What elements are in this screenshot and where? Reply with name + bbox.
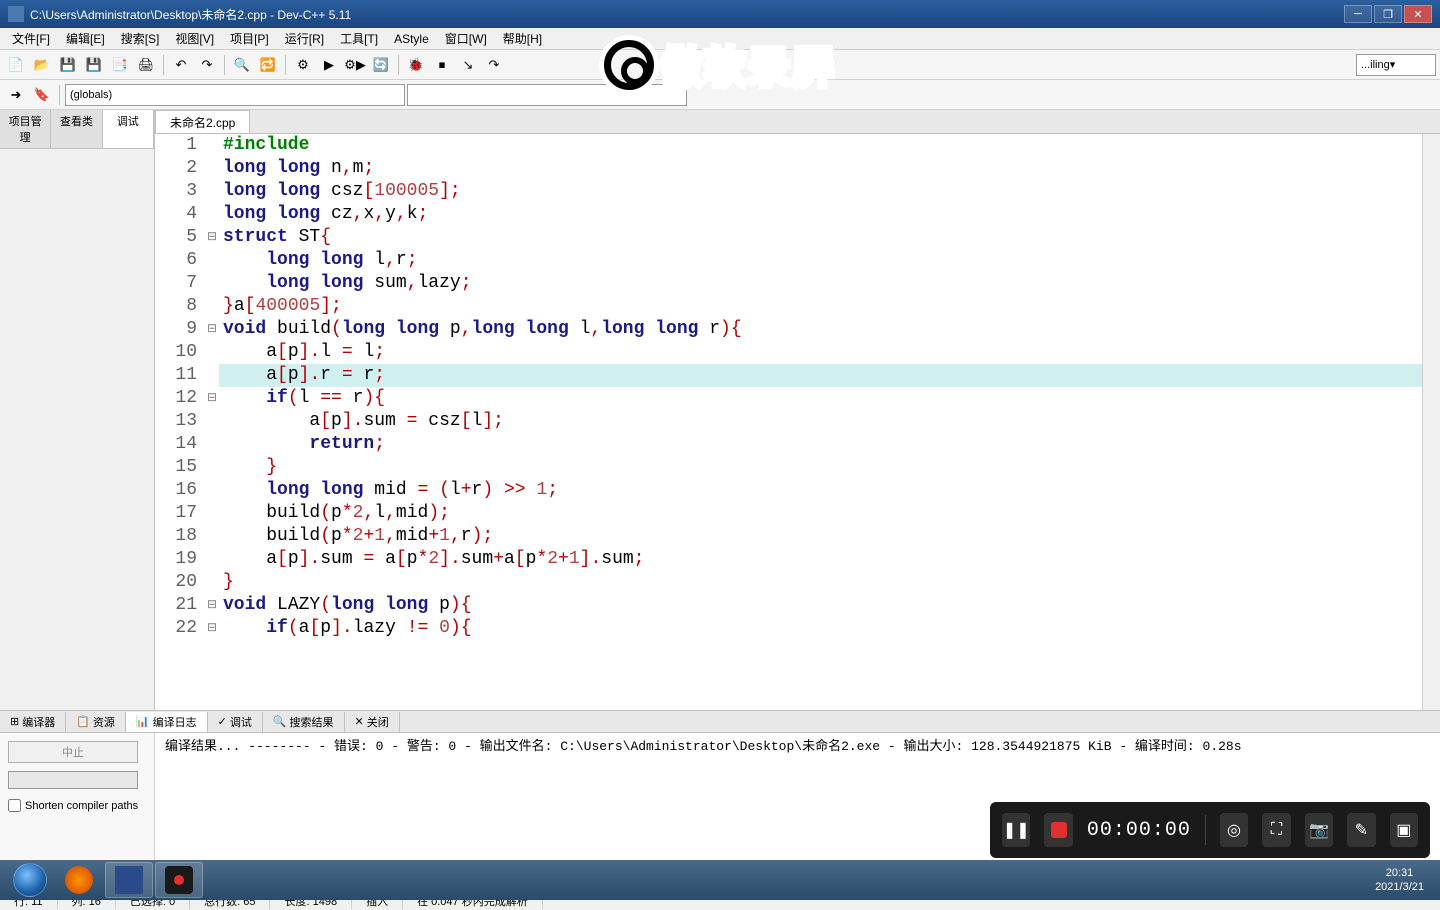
record-button[interactable] xyxy=(1044,813,1072,847)
side-tabs: 项目管理查看类调试 xyxy=(0,110,154,149)
line-gutter: 12345678910111213141516171819202122 xyxy=(155,134,205,710)
menu-窗口[W][interactable]: 窗口[W] xyxy=(437,28,495,49)
find-icon[interactable]: 🔍 xyxy=(230,53,254,77)
menu-视图[V][interactable]: 视图[V] xyxy=(167,28,222,49)
pause-button[interactable]: ❚❚ xyxy=(1002,813,1030,847)
compile-icon[interactable]: ⚙ xyxy=(291,53,315,77)
title-text: C:\Users\Administrator\Desktop\未命名2.cpp … xyxy=(30,6,1344,23)
system-clock[interactable]: 20:31 2021/3/21 xyxy=(1365,866,1434,894)
record-timer: 00:00:00 xyxy=(1087,819,1191,842)
file-tabs: 未命名2.cpp xyxy=(155,110,1440,134)
app-icon xyxy=(8,6,24,22)
menu-工具[T][interactable]: 工具[T] xyxy=(332,28,386,49)
globals-combo[interactable]: (globals) xyxy=(65,84,405,106)
toolbar-1: 📄 📂 💾 💾 📑 🖨 ↶ ↷ 🔍 🔁 ⚙ ▶ ⚙▶ 🔄 🐞 ⏹ ↘ ↷ ...… xyxy=(0,50,1440,80)
menu-编辑[E][interactable]: 编辑[E] xyxy=(58,28,113,49)
bottom-tab[interactable]: 📊编译日志 xyxy=(126,712,208,732)
goto-icon[interactable]: ➜ xyxy=(4,83,28,107)
menu-文件[F][interactable]: 文件[F] xyxy=(4,28,58,49)
target-icon[interactable]: ◎ xyxy=(1220,813,1248,847)
maximize-button[interactable]: ❐ xyxy=(1374,5,1402,23)
taskbar-recorder[interactable] xyxy=(155,862,203,898)
step-icon[interactable]: ↘ xyxy=(456,53,480,77)
shorten-paths-checkbox[interactable]: Shorten compiler paths xyxy=(8,799,146,812)
code-area[interactable]: #includelong long n,m;long long csz[1000… xyxy=(219,134,1422,710)
new-file-icon[interactable]: 📄 xyxy=(4,53,28,77)
pen-icon[interactable]: ✎ xyxy=(1347,813,1375,847)
save-icon[interactable]: 💾 xyxy=(56,53,80,77)
expand-icon[interactable]: ⛶ xyxy=(1262,813,1290,847)
undo-icon[interactable]: ↶ xyxy=(169,53,193,77)
file-tab[interactable]: 未命名2.cpp xyxy=(155,110,250,133)
bottom-tab[interactable]: ✓调试 xyxy=(208,712,263,732)
fold-column[interactable]: ⊟⊟⊟⊟⊟ xyxy=(205,134,219,710)
close-file-icon[interactable]: 📑 xyxy=(108,53,132,77)
bookmark-icon[interactable]: 🔖 xyxy=(30,83,54,107)
bottom-tab[interactable]: ⊞编译器 xyxy=(0,712,66,732)
menubar: 文件[F]编辑[E]搜索[S]视图[V]项目[P]运行[R]工具[T]AStyl… xyxy=(0,28,1440,50)
minimize-button[interactable]: ─ xyxy=(1344,5,1372,23)
titlebar: C:\Users\Administrator\Desktop\未命名2.cpp … xyxy=(0,0,1440,28)
taskbar-devcpp[interactable] xyxy=(105,862,153,898)
side-tab[interactable]: 调试 xyxy=(103,110,154,148)
vertical-scrollbar[interactable] xyxy=(1422,134,1440,710)
toolbar-2: ➜ 🔖 (globals) xyxy=(0,80,1440,110)
stop-compile-button[interactable]: 中止 xyxy=(8,741,138,763)
layout-icon[interactable]: ▣ xyxy=(1390,813,1418,847)
bottom-tab[interactable]: 📋资源 xyxy=(66,712,126,732)
rebuild-icon[interactable]: 🔄 xyxy=(369,53,393,77)
progress-bar xyxy=(8,771,138,789)
taskbar-firefox[interactable] xyxy=(55,862,103,898)
redo-icon[interactable]: ↷ xyxy=(195,53,219,77)
menu-搜索[S][interactable]: 搜索[S] xyxy=(113,28,168,49)
sidebar: 项目管理查看类调试 xyxy=(0,110,155,710)
side-tab[interactable]: 查看类 xyxy=(51,110,102,148)
profile-combo[interactable]: ...iling ▾ xyxy=(1356,54,1436,76)
run-icon[interactable]: ▶ xyxy=(317,53,341,77)
bottom-tab[interactable]: ✕关闭 xyxy=(345,712,400,732)
taskbar: 20:31 2021/3/21 xyxy=(0,860,1440,900)
compile-run-icon[interactable]: ⚙▶ xyxy=(343,53,367,77)
side-tab[interactable]: 项目管理 xyxy=(0,110,51,148)
menu-AStyle[interactable]: AStyle xyxy=(386,30,437,48)
close-button[interactable]: ✕ xyxy=(1404,5,1432,23)
open-icon[interactable]: 📂 xyxy=(30,53,54,77)
step-over-icon[interactable]: ↷ xyxy=(482,53,506,77)
stop-icon[interactable]: ⏹ xyxy=(430,53,454,77)
symbols-combo[interactable] xyxy=(407,84,687,106)
save-all-icon[interactable]: 💾 xyxy=(82,53,106,77)
start-button[interactable] xyxy=(6,862,54,898)
debug-icon[interactable]: 🐞 xyxy=(404,53,428,77)
recording-toolbar: ❚❚ 00:00:00 ◎ ⛶ 📷 ✎ ▣ xyxy=(990,802,1430,858)
menu-项目[P][interactable]: 项目[P] xyxy=(222,28,277,49)
menu-帮助[H][interactable]: 帮助[H] xyxy=(495,28,550,49)
code-editor[interactable]: 12345678910111213141516171819202122 ⊟⊟⊟⊟… xyxy=(155,134,1440,710)
bottom-tab[interactable]: 🔍搜索结果 xyxy=(263,712,345,732)
replace-icon[interactable]: 🔁 xyxy=(256,53,280,77)
camera-icon[interactable]: 📷 xyxy=(1305,813,1333,847)
bottom-tabs: ⊞编译器📋资源📊编译日志✓调试🔍搜索结果✕关闭 xyxy=(0,710,1440,732)
menu-运行[R][interactable]: 运行[R] xyxy=(277,28,332,49)
print-icon[interactable]: 🖨 xyxy=(134,53,158,77)
